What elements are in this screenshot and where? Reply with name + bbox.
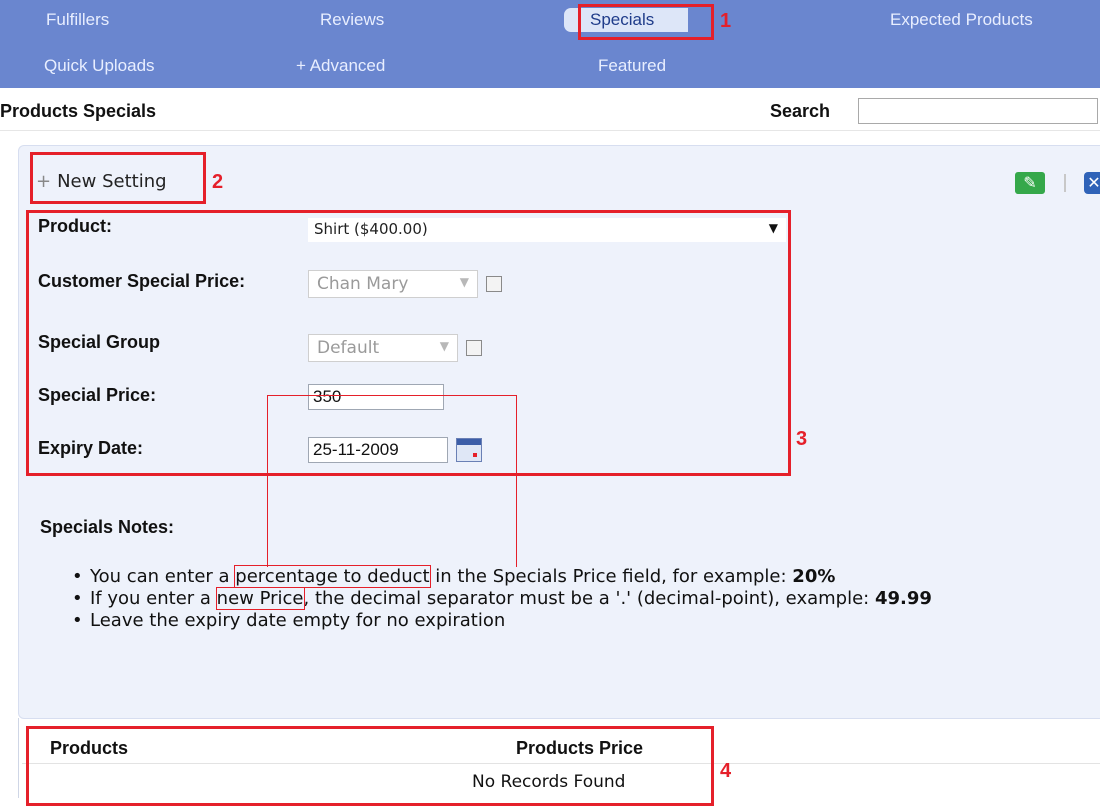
annotation-number-1: 1 (720, 10, 732, 32)
notes-item: Leave the expiry date empty for no expir… (72, 610, 1072, 632)
nav-item-advanced[interactable]: + Advanced (296, 56, 385, 76)
annotation-number-2: 2 (212, 171, 224, 193)
nav-item-quick-uploads[interactable]: Quick Uploads (44, 56, 155, 76)
nav-item-featured[interactable]: Featured (598, 56, 666, 76)
notes-title: Specials Notes: (40, 517, 175, 537)
nav-item-expected-products[interactable]: Expected Products (890, 10, 1033, 30)
annotation-box-2 (30, 152, 206, 204)
annotation-number-3: 3 (796, 428, 808, 450)
panel-left-border (18, 718, 19, 798)
nav-item-fulfillers[interactable]: Fulfillers (46, 10, 109, 30)
annotation-box-4 (26, 726, 714, 806)
annotation-number-4: 4 (720, 760, 732, 782)
annotation-box-1 (578, 4, 714, 40)
notes-list: You can enter a percentage to deduct in … (72, 565, 1072, 632)
notes-item: You can enter a percentage to deduct in … (72, 565, 1072, 588)
top-nav: Fulfillers Reviews Specials Expected Pro… (0, 0, 1100, 88)
search-label: Search (770, 101, 831, 121)
highlight-new-price: new Price (215, 587, 305, 610)
search-input[interactable] (858, 98, 1098, 124)
page-title: Products Specials (0, 101, 157, 121)
nav-item-reviews[interactable]: Reviews (320, 10, 384, 30)
highlight-percentage: percentage to deduct (234, 565, 431, 588)
notes-item: If you enter a new Price, the decimal se… (72, 587, 1072, 610)
close-icon[interactable]: ✕ (1084, 172, 1100, 194)
edit-icon[interactable]: ✎ (1015, 172, 1045, 194)
toolbar-separator (1064, 174, 1066, 192)
annotation-connector (267, 395, 517, 567)
